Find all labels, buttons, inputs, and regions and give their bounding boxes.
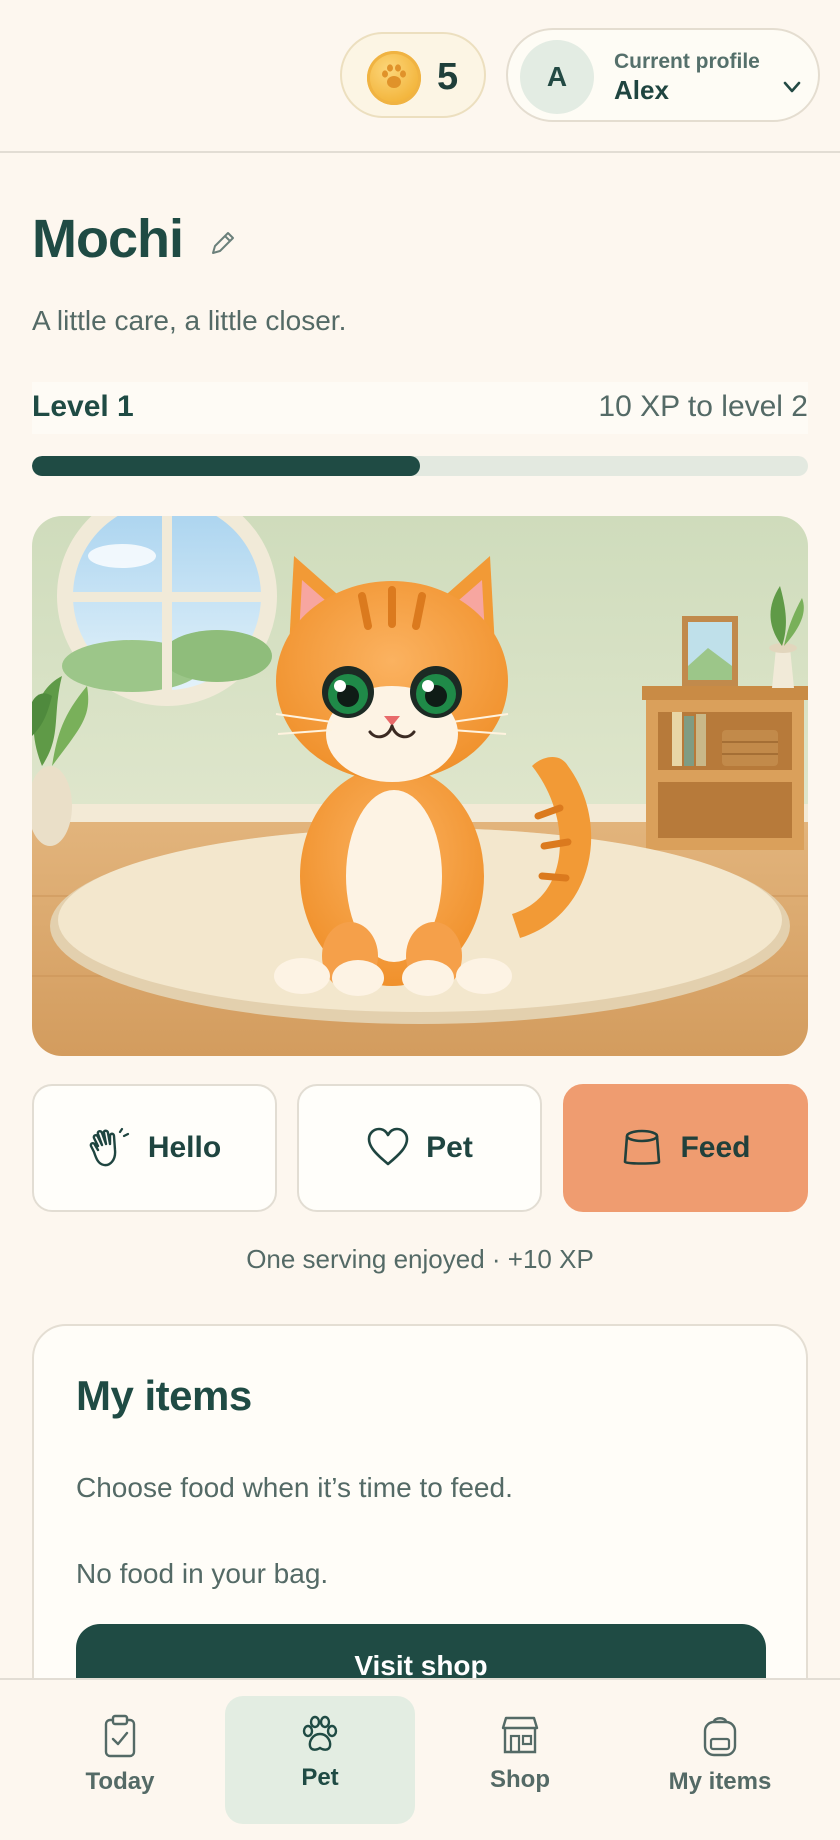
xp-progress-bar [32,456,808,476]
clipboard-check-icon [104,1714,136,1758]
pet-room-illustration [32,516,808,1056]
my-items-title: My items [76,1372,252,1419]
xp-to-next-level: 10 XP to level 2 [598,390,808,423]
nav-my-items-label: My items [668,1768,772,1795]
pet-tagline: A little care, a little closer. [32,305,347,336]
chevron-down-icon [783,81,801,93]
pet-actions: Hello Pet Feed [32,1084,808,1212]
food-bowl-icon [624,1129,661,1165]
profile-name: Alex [614,75,669,105]
my-items-hint: Choose food when it’s time to feed. [76,1472,513,1503]
top-bar: 5 A Current profile Alex [0,0,840,153]
coin-balance[interactable]: 5 [340,32,486,118]
level-label: Level 1 [32,390,134,423]
nav-pet[interactable]: Pet [225,1696,415,1824]
nav-shop[interactable]: Shop [425,1696,615,1824]
level-row: Level 1 10 XP to level 2 [32,382,808,434]
feed-status-message: One serving enjoyed · +10 XP [246,1244,594,1274]
storefront-icon [501,1716,539,1754]
pet-scene[interactable] [32,516,808,1056]
avatar: A [520,40,594,114]
empty-bag-message: No food in your bag. [76,1558,329,1589]
pet-label: Pet [426,1131,473,1164]
profile-switcher[interactable]: A Current profile Alex [506,28,820,122]
xp-progress-fill [32,456,420,476]
feed-button[interactable]: Feed [563,1084,808,1212]
paw-coin-icon [367,51,421,105]
coin-count: 5 [437,56,459,98]
nav-today[interactable]: Today [25,1696,215,1824]
pet-button[interactable]: Pet [297,1084,542,1212]
hello-button[interactable]: Hello [32,1084,277,1212]
heart-icon [367,1127,409,1166]
pet-name: Mochi [32,209,184,269]
nav-today-label: Today [85,1768,155,1795]
profile-caption: Current profile [614,50,760,73]
feed-label: Feed [680,1131,751,1164]
nav-pet-label: Pet [301,1764,339,1791]
nav-shop-label: Shop [490,1766,550,1793]
paw-icon [302,1715,338,1751]
backpack-icon [703,1717,737,1757]
edit-name-icon[interactable] [208,228,238,258]
nav-my-items[interactable]: My items [625,1696,815,1824]
wave-hand-icon [89,1127,129,1167]
bottom-navigation: Today Pet Shop My items [0,1678,840,1840]
hello-label: Hello [147,1131,222,1164]
